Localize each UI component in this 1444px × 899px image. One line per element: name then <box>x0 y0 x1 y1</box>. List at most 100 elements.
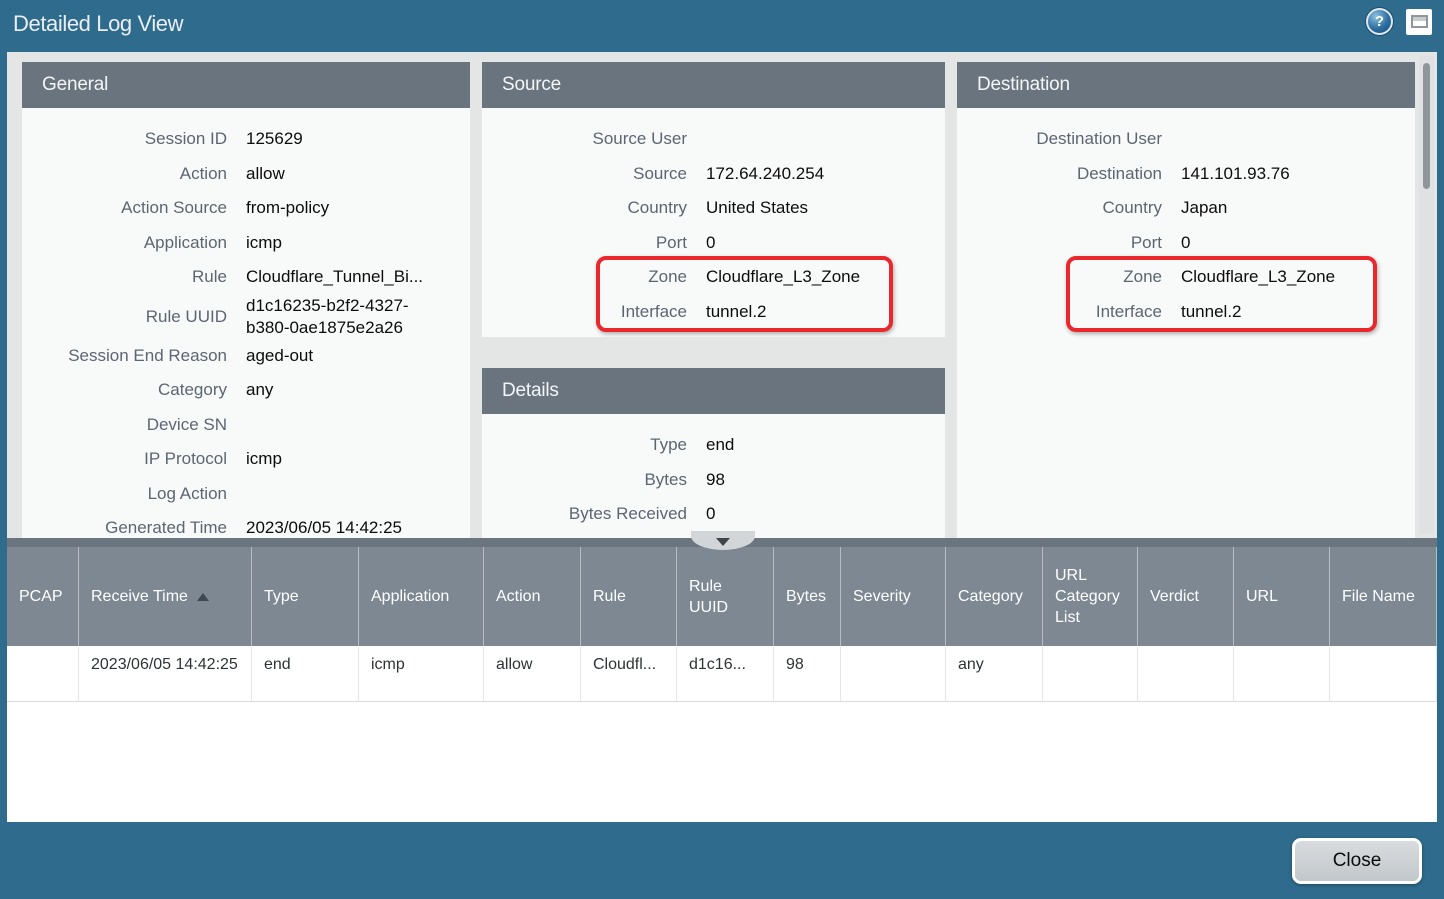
col-header-url-category-list[interactable]: URL Category List <box>1043 547 1138 646</box>
panel-general-header: General <box>22 62 470 108</box>
panel-details-header: Details <box>482 368 945 414</box>
cell-verdict <box>1138 646 1234 702</box>
col-header-application[interactable]: Application <box>359 547 484 646</box>
field-label: Category <box>22 379 227 401</box>
field-row: Typeend <box>482 428 945 463</box>
field-row: Port0 <box>957 226 1415 261</box>
field-row: Session ID125629 <box>22 122 470 157</box>
field-label: Bytes Received <box>482 503 687 525</box>
field-label: Session ID <box>22 128 227 150</box>
log-table-header: PCAP Receive Time Type Application Actio… <box>7 547 1437 646</box>
panel-destination-header: Destination <box>957 62 1415 108</box>
field-value: d1c16235-b2f2-4327-b380-0ae1875e2a26 <box>246 295 446 339</box>
field-row: Application icmp <box>22 226 470 261</box>
field-value: from-policy <box>246 197 329 219</box>
panel-general: General Session ID125629 Action allow Act… <box>22 62 470 538</box>
cell-action: allow <box>484 646 581 702</box>
col-header-label: Bytes <box>786 586 826 607</box>
col-header-rule-uuid[interactable]: Rule UUID <box>677 547 774 646</box>
col-header-pcap[interactable]: PCAP <box>7 547 79 646</box>
field-value: 98 <box>706 469 725 491</box>
col-header-label: Rule UUID <box>689 576 765 618</box>
window-icon-glyph <box>1411 15 1428 28</box>
field-row: Port 0 <box>482 226 945 261</box>
field-value: icmp <box>246 232 282 254</box>
help-icon[interactable]: ? <box>1366 8 1393 35</box>
col-header-label: Severity <box>853 586 911 607</box>
sort-asc-icon <box>197 593 209 601</box>
field-value: 0 <box>706 503 715 525</box>
field-row: Rule Cloudflare_Tunnel_Bi... <box>22 260 470 295</box>
field-row: Destination User <box>957 122 1415 157</box>
field-label: Source <box>482 163 687 185</box>
col-header-label: Receive Time <box>91 586 188 607</box>
cell-category: any <box>946 646 1043 702</box>
col-header-label: Action <box>496 586 540 607</box>
panel-source-header: Source <box>482 62 945 108</box>
title-bar: Detailed Log View ? <box>0 0 1444 52</box>
cell-file-name <box>1330 646 1437 702</box>
field-label: Bytes <box>482 469 687 491</box>
field-label: Country <box>482 197 687 219</box>
close-button[interactable]: Close <box>1292 838 1422 884</box>
col-header-label: Rule <box>593 586 626 607</box>
cell-bytes: 98 <box>774 646 841 702</box>
field-value: 172.64.240.254 <box>706 163 824 185</box>
panel-destination: Destination Destination User Destination… <box>957 62 1415 538</box>
col-header-rule[interactable]: Rule <box>581 547 677 646</box>
field-value: end <box>706 434 734 456</box>
panel-details-body: Typeend Bytes 98 Bytes Received 0 <box>482 414 945 538</box>
chevron-down-icon <box>716 538 730 546</box>
col-header-type[interactable]: Type <box>252 547 359 646</box>
field-value: any <box>246 379 273 401</box>
col-header-category[interactable]: Category <box>946 547 1043 646</box>
cell-receive-time: 2023/06/05 14:42:25 <box>79 646 252 702</box>
col-header-receive-time[interactable]: Receive Time <box>79 547 252 646</box>
panel-details: Details Typeend Bytes 98 Bytes Received 0 <box>482 368 945 538</box>
field-value: 0 <box>1181 232 1190 254</box>
window-icon[interactable] <box>1406 9 1432 35</box>
field-label: Destination <box>957 163 1162 185</box>
field-row: IP Protocol icmp <box>22 442 470 477</box>
field-value: aged-out <box>246 345 313 367</box>
col-header-bytes[interactable]: Bytes <box>774 547 841 646</box>
field-value: 0 <box>706 232 715 254</box>
field-row: Device SN <box>22 408 470 443</box>
field-row: Source 172.64.240.254 <box>482 157 945 192</box>
field-row: Action allow <box>22 157 470 192</box>
field-row: Session End Reasonaged-out <box>22 339 470 374</box>
col-header-file-name[interactable]: File Name <box>1330 547 1437 646</box>
cell-severity <box>841 646 946 702</box>
field-label: Port <box>482 232 687 254</box>
col-header-severity[interactable]: Severity <box>841 547 946 646</box>
col-header-label: Verdict <box>1150 586 1199 607</box>
field-row: Category any <box>22 373 470 408</box>
field-value: icmp <box>246 448 282 470</box>
zone-interface-highlight-box <box>1066 256 1377 332</box>
field-label: Device SN <box>22 414 227 436</box>
dialog-title: Detailed Log View <box>13 11 183 37</box>
col-header-action[interactable]: Action <box>484 547 581 646</box>
vertical-scrollbar[interactable] <box>1419 56 1434 534</box>
zone-interface-highlight-box <box>596 256 893 332</box>
field-row: Rule UUIDd1c16235-b2f2-4327-b380-0ae1875… <box>22 295 470 339</box>
field-label: Generated Time <box>22 517 227 538</box>
field-label: Rule <box>22 266 227 288</box>
field-label: IP Protocol <box>22 448 227 470</box>
panel-source: Source Source User Source172.64.240.254 … <box>482 62 945 337</box>
field-row: CountryJapan <box>957 191 1415 226</box>
col-header-verdict[interactable]: Verdict <box>1138 547 1234 646</box>
field-value: allow <box>246 163 285 185</box>
field-value: United States <box>706 197 808 219</box>
cell-type: end <box>252 646 359 702</box>
field-label: Action <box>22 163 227 185</box>
col-header-url[interactable]: URL <box>1234 547 1330 646</box>
log-row[interactable]: 2023/06/05 14:42:25 end icmp allow Cloud… <box>7 646 1437 702</box>
field-label: Source User <box>482 128 687 150</box>
field-label: Application <box>22 232 227 254</box>
field-label: Action Source <box>22 197 227 219</box>
scrollbar-thumb[interactable] <box>1423 63 1430 189</box>
title-bar-icons: ? <box>1366 8 1432 35</box>
field-value: Cloudflare_Tunnel_Bi... <box>246 266 423 288</box>
field-row: Bytes 98 <box>482 463 945 498</box>
